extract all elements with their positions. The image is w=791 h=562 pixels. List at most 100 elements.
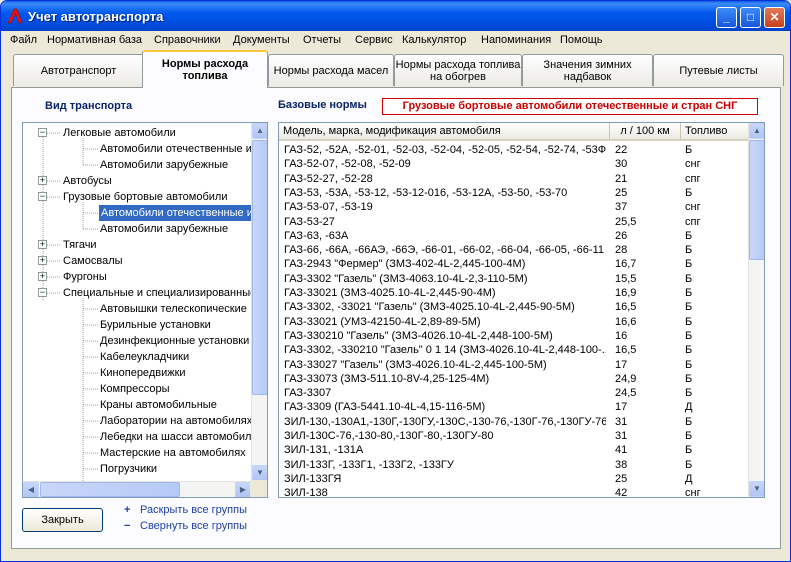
scroll-up-icon[interactable]: ▲ <box>749 123 764 139</box>
table-vertical-scrollbar[interactable]: ▲ ▼ <box>748 123 764 497</box>
table-row[interactable]: ГАЗ-52-07, -52-08, -52-09 30 снг <box>279 157 749 171</box>
tree-node-cable-layers[interactable]: Кабелеукладчики <box>100 349 189 365</box>
menu-service[interactable]: Сервис <box>355 34 393 46</box>
column-header-fuel[interactable]: Топливо <box>681 123 749 141</box>
table-row[interactable]: ГАЗ-52, -52А, -52-01, -52-03, -52-04, -5… <box>279 143 749 157</box>
tree-expander-cars[interactable]: − <box>38 128 47 137</box>
menu-documents[interactable]: Документы <box>233 34 290 46</box>
tree-node-special[interactable]: Специальные и специализированные <box>63 285 256 301</box>
tree-node-workshops[interactable]: Мастерские на автомобилях <box>100 445 246 461</box>
menu-help[interactable]: Помощь <box>560 34 603 46</box>
cell-model: ГАЗ-53, -53А, -53-12, -53-12-016, -53-12… <box>284 186 568 199</box>
tree-expander-vans[interactable]: + <box>38 272 47 281</box>
menu-reminders[interactable]: Напоминания <box>481 34 551 46</box>
maximize-button[interactable]: □ <box>740 7 761 28</box>
scroll-down-icon[interactable]: ▼ <box>749 481 764 497</box>
tree-scroll-thumb[interactable] <box>252 140 267 395</box>
tree-node-dump-trucks[interactable]: Самосвалы <box>63 253 123 269</box>
tree-node-trucks-foreign[interactable]: Автомобили зарубежные <box>100 221 228 237</box>
table-row[interactable]: ГАЗ-53, -53А, -53-12, -53-12-016, -53-12… <box>279 186 749 200</box>
scroll-down-icon[interactable]: ▼ <box>252 465 267 481</box>
tree-node-vans[interactable]: Фургоны <box>63 269 107 285</box>
tree-node-mobile-labs[interactable]: Лаборатории на автомобилях <box>100 413 252 429</box>
scroll-right-icon[interactable]: ▶ <box>235 482 251 497</box>
tree-node-cars[interactable]: Легковые автомобили <box>63 125 176 141</box>
tree-expander-special[interactable]: − <box>38 288 47 297</box>
menu-reports[interactable]: Отчеты <box>303 34 341 46</box>
column-header-model[interactable]: Модель, марка, модификация автомобиля <box>279 123 610 141</box>
tree-node-truck-cranes[interactable]: Краны автомобильные <box>100 397 217 413</box>
tree-vertical-scrollbar[interactable]: ▲ ▼ <box>251 123 267 481</box>
table-row[interactable]: ЗИЛ-133ГЯ 25 Д <box>279 472 749 486</box>
table-row[interactable]: ГАЗ-3307 24,5 Б <box>279 386 749 400</box>
tree-node-drilling-rigs[interactable]: Бурильные установки <box>100 317 211 333</box>
table-row[interactable]: ГАЗ-63, -63А 26 Б <box>279 229 749 243</box>
cell-model: ГАЗ-66, -66А, -66АЭ, -66Э, -66-01, -66-0… <box>284 244 604 257</box>
table-row[interactable]: ГАЗ-3309 (ГАЗ-5441.10-4L-4,15-116-5М) 17 Д <box>279 400 749 414</box>
cell-rate: 22 <box>615 144 628 156</box>
table-row[interactable]: ГАЗ-52-27, -52-28 21 спг <box>279 172 749 186</box>
tree-node-winches[interactable]: Лебедки на шасси автомобилей <box>100 429 264 445</box>
tree-node-cars-domestic[interactable]: Автомобили отечественные и <box>100 141 252 157</box>
table-row[interactable]: ЗИЛ-130С-76,-130-80,-130Г-80,-130ГУ-80 31… <box>279 429 749 443</box>
table-row[interactable]: ЗИЛ-133Г, -133Г1, -133Г2, -133ГУ 38 Б <box>279 458 749 472</box>
tree-node-compressors[interactable]: Компрессоры <box>100 381 170 397</box>
close-window-button[interactable]: ✕ <box>764 7 785 28</box>
table-row[interactable]: ГАЗ-33021 (УМЗ-42150-4L-2,89-89-5М) 16,6 Б <box>279 315 749 329</box>
cell-model: ГАЗ-2943 "Фермер" (ЗМЗ-402-4L-2,445-100-… <box>284 258 526 271</box>
table-row[interactable]: ГАЗ-53-07, -53-19 37 снг <box>279 200 749 214</box>
tree-node-trucks-domestic-selected[interactable]: Автомобили отечественные и <box>99 205 255 221</box>
table-row[interactable]: ГАЗ-53-27 25,5 спг <box>279 215 749 229</box>
table-row[interactable]: ГАЗ-33021 (ЗМЗ-4025.10-4L-2,445-90-4М) 16… <box>279 286 749 300</box>
menu-normative-base[interactable]: Нормативная база <box>47 34 142 46</box>
tree-node-disinfection-units[interactable]: Дезинфекционные установки <box>100 333 249 349</box>
menu-file[interactable]: Файл <box>10 34 37 46</box>
table-row[interactable]: ГАЗ-3302, -330210 "Газель" 0 1 14 (ЗМЗ-4… <box>279 343 749 357</box>
collapse-all-link[interactable]: − Свернуть все группы <box>124 520 247 532</box>
table-row[interactable]: ГАЗ-33073 (ЗМЗ-511.10-8V-4,25-125-4М) 24,… <box>279 372 749 386</box>
close-button[interactable]: Закрыть <box>22 508 103 532</box>
cell-model: ГАЗ-52-07, -52-08, -52-09 <box>284 158 411 171</box>
table-row[interactable]: ГАЗ-33027 "Газель" (ЗМЗ-4026.10-4L-2,445… <box>279 358 749 372</box>
table-row[interactable]: ЗИЛ-138 42 снг <box>279 486 749 497</box>
norms-table[interactable]: Модель, марка, модификация автомобиля л … <box>278 122 765 498</box>
table-row[interactable]: ГАЗ-2943 "Фермер" (ЗМЗ-402-4L-2,445-100-… <box>279 257 749 271</box>
scroll-up-icon[interactable]: ▲ <box>252 123 267 139</box>
tab-oil-norms[interactable]: Нормы расхода масел <box>268 54 394 86</box>
tree-expander-buses[interactable]: + <box>38 176 47 185</box>
title-bar[interactable]: Учет автотранспорта _ □ ✕ <box>1 1 790 31</box>
vehicle-type-tree[interactable]: − Легковые автомобили Автомобили отечест… <box>22 122 268 498</box>
table-row[interactable]: ГАЗ-330210 "Газель" (ЗМЗ-4026.10-4L-2,44… <box>279 329 749 343</box>
table-row[interactable]: ГАЗ-3302 "Газель" (ЗМЗ-4063.10-4L-2,3-11… <box>279 272 749 286</box>
expand-all-link[interactable]: + Раскрыть все группы <box>124 504 247 516</box>
tab-heating-fuel-norms[interactable]: Нормы расхода топлива на обогрев <box>394 54 522 86</box>
tree-expander-tractors[interactable]: + <box>38 240 47 249</box>
cell-model: ГАЗ-53-07, -53-19 <box>284 201 373 214</box>
tree-expander-dump-trucks[interactable]: + <box>38 256 47 265</box>
table-row[interactable]: ГАЗ-66, -66А, -66АЭ, -66Э, -66-01, -66-0… <box>279 243 749 257</box>
tab-waybills[interactable]: Путевые листы <box>653 54 784 86</box>
tab-vehicles[interactable]: Автотранспорт <box>13 54 144 86</box>
tree-node-mobile-cinemas[interactable]: Кинопередвижки <box>100 365 186 381</box>
tree-expander-trucks[interactable]: − <box>38 192 47 201</box>
table-row[interactable]: ЗИЛ-130,-130А1,-130Г,-130ГУ,-130С,-130-7… <box>279 415 749 429</box>
menu-references[interactable]: Справочники <box>154 34 221 46</box>
tree-node-buses[interactable]: Автобусы <box>63 173 112 189</box>
minimize-button[interactable]: _ <box>716 7 737 28</box>
table-row[interactable]: ГАЗ-3302, -33021 "Газель" (ЗМЗ-4025.10-4… <box>279 300 749 314</box>
menu-calculator[interactable]: Калькулятор <box>402 34 466 46</box>
tree-node-loaders[interactable]: Погрузчики <box>100 461 157 477</box>
tree-node-aerial-platforms[interactable]: Автовышки телескопические <box>100 301 247 317</box>
table-row[interactable]: ЗИЛ-131, -131А 41 Б <box>279 443 749 457</box>
tree-hscroll-thumb[interactable] <box>40 482 180 497</box>
column-header-rate[interactable]: л / 100 км <box>610 123 681 141</box>
table-scroll-thumb[interactable] <box>749 140 764 260</box>
tree-node-tractors[interactable]: Тягачи <box>63 237 97 253</box>
scroll-left-icon[interactable]: ◀ <box>23 482 39 497</box>
tree-horizontal-scrollbar[interactable]: ◀ ▶ <box>23 481 251 497</box>
tree-node-cars-foreign[interactable]: Автомобили зарубежные <box>100 157 228 173</box>
tree-node-trucks[interactable]: Грузовые бортовые автомобили <box>63 189 227 205</box>
cell-rate: 16,5 <box>615 301 637 314</box>
tab-winter-allowance[interactable]: Значения зимних надбавок <box>522 54 653 86</box>
tab-fuel-norms[interactable]: Нормы расхода топлива <box>142 50 268 88</box>
